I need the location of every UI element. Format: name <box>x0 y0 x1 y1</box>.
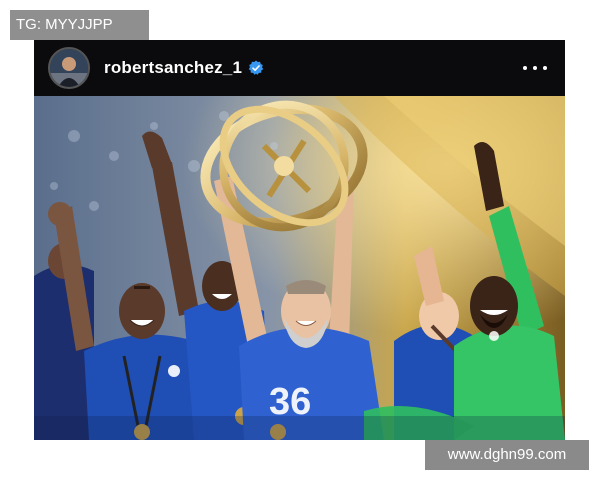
username[interactable]: robertsanchez_1 <box>104 58 242 78</box>
screenshot-page: TG: MYYJJPP robertsanchez_1 36 www.dghn9… <box>0 0 600 480</box>
post-photo[interactable]: 36 <box>34 96 565 440</box>
website-watermark: www.dghn99.com <box>425 440 589 470</box>
profile-avatar[interactable] <box>48 47 90 89</box>
raised-fist <box>48 202 72 226</box>
celebration-photo: 36 <box>34 96 565 440</box>
more-horizontal-icon[interactable] <box>523 56 547 80</box>
verified-badge-icon <box>248 60 264 75</box>
post-header: robertsanchez_1 <box>34 40 565 96</box>
instagram-post: robertsanchez_1 36 <box>34 40 565 440</box>
avatar-image <box>50 49 88 87</box>
tg-tag-overlay: TG: MYYJJPP <box>10 10 149 40</box>
